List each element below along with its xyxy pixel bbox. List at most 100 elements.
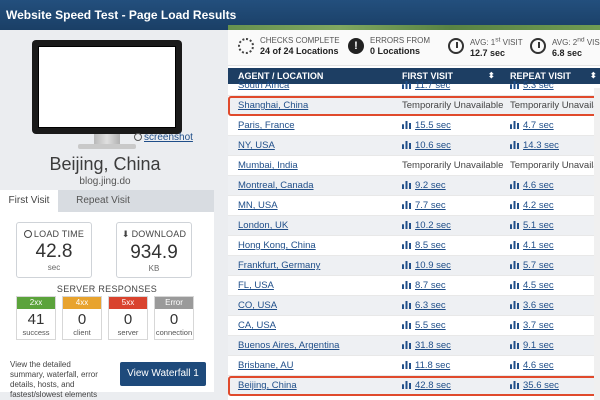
first-visit-value[interactable]: 31.8 sec — [415, 340, 451, 351]
repeat-visit-value[interactable]: 9.1 sec — [523, 340, 554, 351]
bar-chart-icon[interactable] — [402, 341, 411, 349]
bar-chart-icon[interactable] — [402, 321, 411, 329]
first-visit-cell[interactable]: 15.5 sec — [402, 120, 451, 131]
table-row[interactable]: Shanghai, China Temporarily Unavailable Te… — [228, 96, 600, 116]
first-visit-value[interactable]: 7.7 sec — [415, 200, 446, 211]
location-link[interactable]: Hong Kong, China — [238, 240, 316, 251]
first-visit-cell[interactable]: 8.5 sec — [402, 240, 446, 251]
bar-chart-icon[interactable] — [510, 81, 519, 89]
first-visit-cell[interactable]: 10.9 sec — [402, 260, 451, 271]
location-link[interactable]: South Africa — [238, 80, 289, 91]
repeat-visit-cell[interactable]: 5.1 sec — [510, 220, 554, 231]
bar-chart-icon[interactable] — [510, 321, 519, 329]
repeat-visit-value[interactable]: 35.6 sec — [523, 380, 559, 391]
table-row[interactable]: Beijing, China 42.8 sec 35.6 sec — [228, 376, 600, 396]
repeat-visit-value[interactable]: 4.6 sec — [523, 180, 554, 191]
table-row[interactable]: London, UK 10.2 sec 5.1 sec — [228, 216, 600, 236]
first-visit-cell[interactable]: 7.7 sec — [402, 200, 446, 211]
bar-chart-icon[interactable] — [510, 301, 519, 309]
repeat-visit-value[interactable]: 5.7 sec — [523, 260, 554, 271]
repeat-visit-cell[interactable]: 5.7 sec — [510, 260, 554, 271]
repeat-visit-cell[interactable]: 5.3 sec — [510, 80, 554, 91]
repeat-visit-value[interactable]: 4.2 sec — [523, 200, 554, 211]
location-link[interactable]: NY, USA — [238, 140, 275, 151]
first-visit-cell[interactable]: 10.2 sec — [402, 220, 451, 231]
bar-chart-icon[interactable] — [510, 281, 519, 289]
location-link[interactable]: Beijing, China — [238, 380, 297, 391]
table-row[interactable]: MN, USA 7.7 sec 4.2 sec — [228, 196, 600, 216]
first-visit-cell[interactable]: 9.2 sec — [402, 180, 446, 191]
location-link[interactable]: Montreal, Canada — [238, 180, 314, 191]
repeat-visit-cell[interactable]: 4.6 sec — [510, 180, 554, 191]
location-link[interactable]: London, UK — [238, 220, 288, 231]
bar-chart-icon[interactable] — [402, 81, 411, 89]
location-link[interactable]: CO, USA — [238, 300, 277, 311]
bar-chart-icon[interactable] — [402, 181, 411, 189]
bar-chart-icon[interactable] — [510, 361, 519, 369]
first-visit-value[interactable]: 11.8 sec — [415, 360, 450, 371]
table-row[interactable]: Buenos Aires, Argentina 31.8 sec 9.1 sec — [228, 336, 600, 356]
first-visit-value[interactable]: 11.7 sec — [415, 80, 450, 91]
first-visit-cell[interactable]: 31.8 sec — [402, 340, 451, 351]
repeat-visit-cell[interactable]: 3.6 sec — [510, 300, 554, 311]
bar-chart-icon[interactable] — [402, 141, 411, 149]
bar-chart-icon[interactable] — [402, 201, 411, 209]
repeat-visit-value[interactable]: 4.1 sec — [523, 240, 554, 251]
table-row[interactable]: Montreal, Canada 9.2 sec 4.6 sec — [228, 176, 600, 196]
first-visit-value[interactable]: 6.3 sec — [415, 300, 446, 311]
view-waterfall-button[interactable]: View Waterfall 1 — [120, 362, 206, 386]
repeat-visit-cell[interactable]: 4.7 sec — [510, 120, 554, 131]
location-link[interactable]: Buenos Aires, Argentina — [238, 340, 339, 351]
bar-chart-icon[interactable] — [402, 301, 411, 309]
tab-repeat-visit[interactable]: Repeat Visit — [58, 190, 148, 212]
table-row[interactable]: CO, USA 6.3 sec 3.6 sec — [228, 296, 600, 316]
repeat-visit-cell[interactable]: 35.6 sec — [510, 380, 559, 391]
repeat-visit-value[interactable]: 5.1 sec — [523, 220, 554, 231]
table-row[interactable]: Paris, France 15.5 sec 4.7 sec — [228, 116, 600, 136]
bar-chart-icon[interactable] — [510, 181, 519, 189]
first-visit-cell[interactable]: 10.6 sec — [402, 140, 451, 151]
table-row[interactable]: Mumbai, India Temporarily Unavailable Temp… — [228, 156, 600, 176]
table-row[interactable]: NY, USA 10.6 sec 14.3 sec — [228, 136, 600, 156]
repeat-visit-value[interactable]: 14.3 sec — [523, 140, 559, 151]
location-link[interactable]: Mumbai, India — [238, 160, 298, 171]
repeat-visit-value[interactable]: 5.3 sec — [523, 80, 554, 91]
table-row[interactable]: South Africa 11.7 sec 5.3 sec — [228, 76, 600, 96]
first-visit-value[interactable]: 10.6 sec — [415, 140, 451, 151]
repeat-visit-value[interactable]: 3.7 sec — [523, 320, 554, 331]
first-visit-value[interactable]: 10.2 sec — [415, 220, 451, 231]
bar-chart-icon[interactable] — [402, 221, 411, 229]
repeat-visit-cell[interactable]: 4.1 sec — [510, 240, 554, 251]
first-visit-cell[interactable]: 11.7 sec — [402, 80, 450, 91]
bar-chart-icon[interactable] — [510, 341, 519, 349]
bar-chart-icon[interactable] — [510, 201, 519, 209]
screenshot-link[interactable]: screenshot — [134, 132, 193, 143]
location-link[interactable]: Brisbane, AU — [238, 360, 293, 371]
tab-first-visit[interactable]: First Visit — [0, 190, 58, 212]
location-link[interactable]: Paris, France — [238, 120, 295, 131]
bar-chart-icon[interactable] — [402, 381, 411, 389]
bar-chart-icon[interactable] — [402, 361, 411, 369]
repeat-visit-cell[interactable]: 14.3 sec — [510, 140, 559, 151]
table-row[interactable]: FL, USA 8.7 sec 4.5 sec — [228, 276, 600, 296]
bar-chart-icon[interactable] — [510, 121, 519, 129]
location-link[interactable]: Frankfurt, Germany — [238, 260, 320, 271]
bar-chart-icon[interactable] — [510, 261, 519, 269]
first-visit-value[interactable]: 8.7 sec — [415, 280, 446, 291]
first-visit-cell[interactable]: 8.7 sec — [402, 280, 446, 291]
bar-chart-icon[interactable] — [402, 241, 411, 249]
bar-chart-icon[interactable] — [510, 381, 519, 389]
location-link[interactable]: MN, USA — [238, 200, 278, 211]
table-row[interactable]: CA, USA 5.5 sec 3.7 sec — [228, 316, 600, 336]
location-link[interactable]: FL, USA — [238, 280, 274, 291]
bar-chart-icon[interactable] — [402, 281, 411, 289]
location-link[interactable]: CA, USA — [238, 320, 276, 331]
repeat-visit-cell[interactable]: 4.6 sec — [510, 360, 554, 371]
repeat-visit-cell[interactable]: 9.1 sec — [510, 340, 554, 351]
table-row[interactable]: Brisbane, AU 11.8 sec 4.6 sec — [228, 356, 600, 376]
repeat-visit-cell[interactable]: 3.7 sec — [510, 320, 554, 331]
repeat-visit-value[interactable]: 4.7 sec — [523, 120, 554, 131]
repeat-visit-value[interactable]: 4.6 sec — [523, 360, 554, 371]
table-scrollbar[interactable] — [594, 88, 600, 400]
bar-chart-icon[interactable] — [510, 141, 519, 149]
